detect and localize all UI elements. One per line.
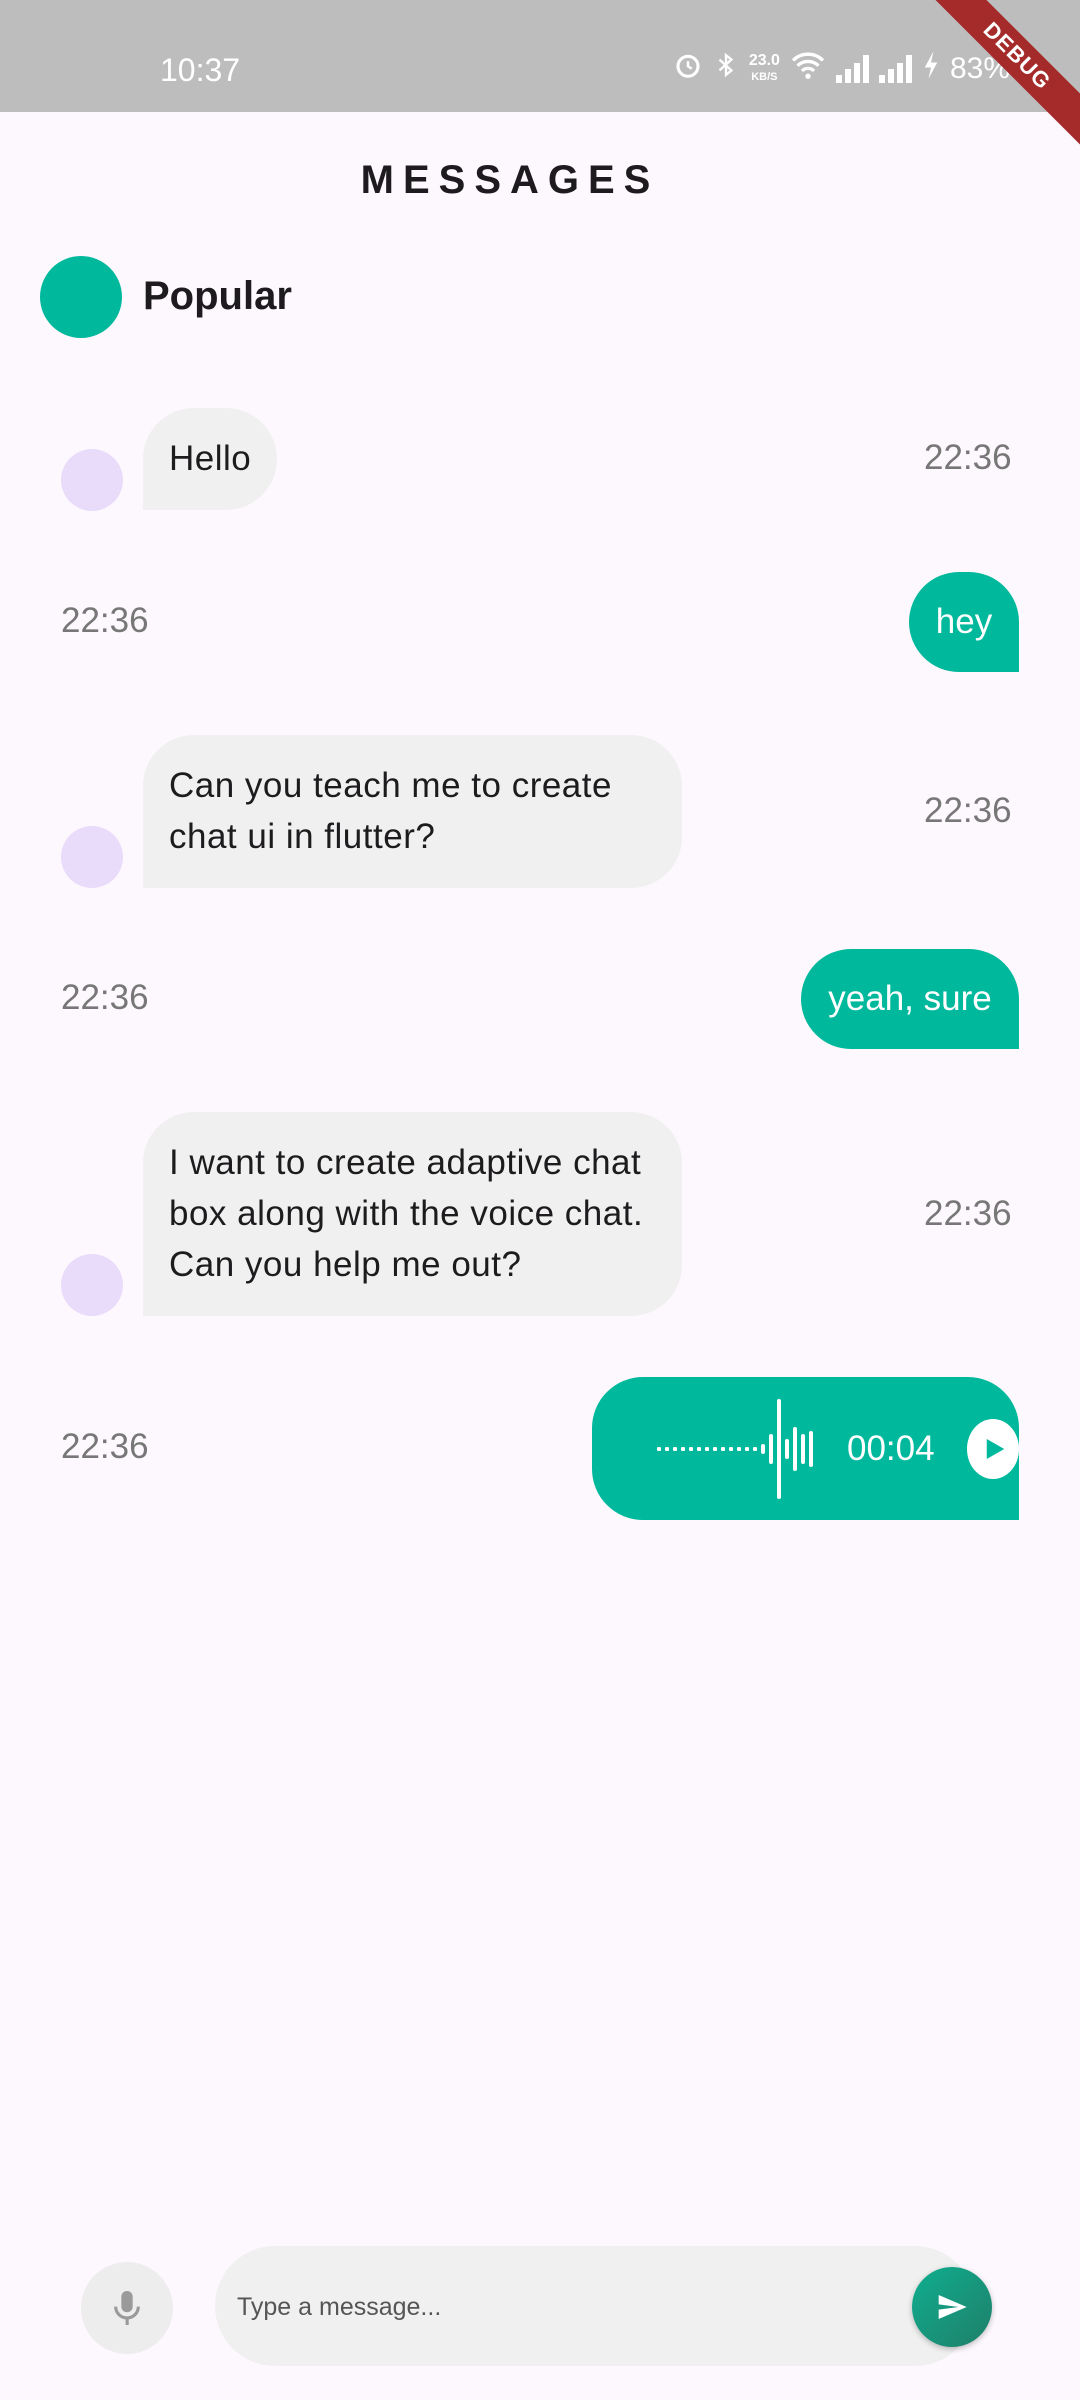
message-text: I want to create adaptive chat box along… (169, 1143, 644, 1284)
sender-avatar[interactable] (61, 449, 123, 511)
message-time: 22:36 (924, 1194, 1012, 1233)
mic-button[interactable] (81, 2262, 173, 2354)
message-time: 22:36 (61, 1427, 149, 1466)
message-time: 22:36 (61, 978, 149, 1017)
incoming-message-bubble[interactable]: I want to create adaptive chat box along… (143, 1112, 682, 1316)
alarm-icon (673, 50, 703, 88)
send-button[interactable] (912, 2267, 992, 2347)
debug-ribbon: DEBUG (930, 0, 1080, 150)
message-input-container (215, 2246, 975, 2368)
message-time: 22:36 (924, 438, 1012, 477)
outgoing-message-bubble[interactable]: yeah, sure (801, 949, 1019, 1049)
message-text: Hello (169, 439, 252, 478)
status-time: 10:37 (160, 52, 241, 88)
debug-banner: DEBUG (930, 0, 1080, 150)
sender-avatar[interactable] (61, 826, 123, 888)
voice-message-bubble[interactable]: 00:04 (592, 1377, 1019, 1520)
play-icon (986, 1438, 1005, 1459)
send-icon (938, 2295, 967, 2319)
sender-avatar[interactable] (61, 1254, 123, 1316)
outgoing-message-bubble[interactable]: hey (909, 572, 1019, 672)
voice-duration: 00:04 (847, 1428, 935, 1468)
status-bar: 10:37 23.0 KB/S 83% (0, 0, 1080, 112)
message-input[interactable] (235, 2246, 899, 2368)
wifi-icon (790, 50, 826, 88)
group-avatar[interactable] (40, 256, 122, 338)
play-button[interactable] (966, 1418, 1019, 1479)
signal-icon (835, 55, 869, 83)
signal-icon (878, 55, 912, 83)
voice-waveform[interactable] (657, 1394, 813, 1504)
message-text: yeah, sure (828, 979, 992, 1018)
group-name[interactable]: Popular (143, 274, 292, 319)
page-title: MESSAGES (360, 158, 660, 202)
incoming-message-bubble[interactable]: Can you teach me to create chat ui in fl… (143, 735, 682, 888)
message-time: 22:36 (61, 601, 149, 640)
message-text: Can you teach me to create chat ui in fl… (169, 766, 612, 856)
network-speed: 23.0 KB/S (748, 52, 780, 84)
message-text: hey (935, 602, 993, 641)
bluetooth-icon (713, 50, 739, 88)
incoming-message-bubble[interactable]: Hello (143, 408, 278, 510)
mic-icon (114, 2291, 140, 2325)
message-time: 22:36 (924, 791, 1012, 830)
